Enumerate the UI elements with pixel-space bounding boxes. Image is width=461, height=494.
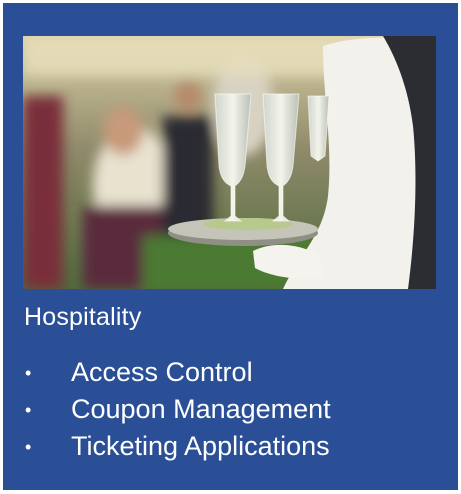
list-item-label: Coupon Management bbox=[71, 394, 331, 424]
bullet-icon: • bbox=[25, 362, 32, 383]
hospitality-card: Hospitality • Access Control • Coupon Ma… bbox=[3, 3, 458, 490]
feature-list: • Access Control • Coupon Management • T… bbox=[25, 354, 331, 465]
hospitality-photo bbox=[23, 36, 436, 289]
list-item: • Ticketing Applications bbox=[25, 428, 331, 465]
card-title: Hospitality bbox=[24, 303, 142, 331]
list-item-label: Access Control bbox=[71, 357, 253, 387]
bullet-icon: • bbox=[25, 399, 32, 420]
list-item-label: Ticketing Applications bbox=[71, 431, 330, 461]
list-item: • Access Control bbox=[25, 354, 331, 391]
list-item: • Coupon Management bbox=[25, 391, 331, 428]
bullet-icon: • bbox=[25, 436, 32, 457]
